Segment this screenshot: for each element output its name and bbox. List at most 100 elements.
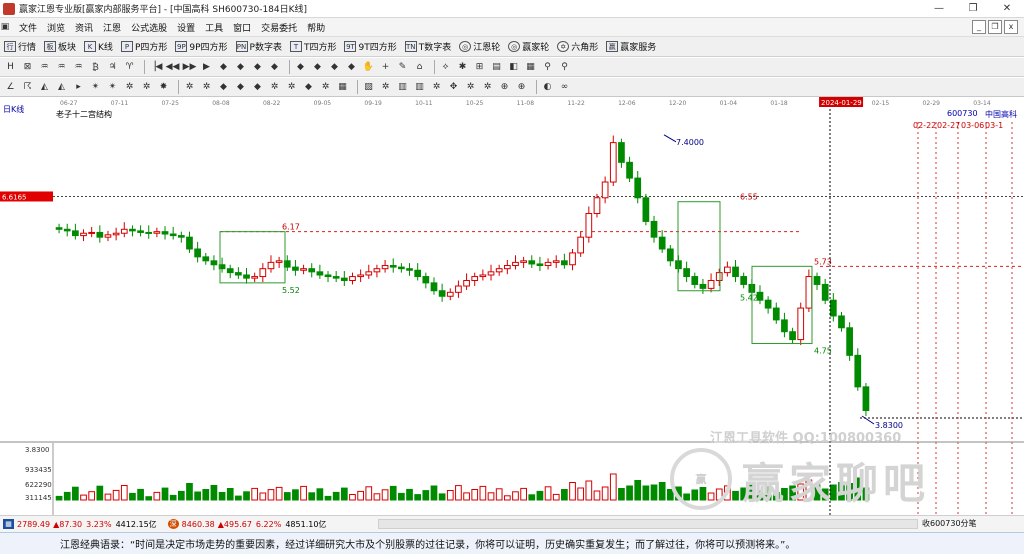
p-square-button[interactable]: P P四方形: [120, 40, 167, 53]
draw-tool-22-icon[interactable]: +: [379, 61, 392, 74]
draw-tool-13-icon[interactable]: ◆: [217, 61, 230, 74]
gann-tool-1-icon[interactable]: ∠: [4, 81, 17, 94]
gann-tool-8-icon[interactable]: ✲: [123, 81, 136, 94]
minimize-button[interactable]: —: [922, 0, 956, 17]
draw-tool-31-icon[interactable]: ⚲: [541, 61, 554, 74]
volume-bar: [210, 485, 218, 501]
restore-button[interactable]: ❐: [956, 0, 990, 17]
draw-tool-25-icon[interactable]: ⟡: [439, 61, 452, 74]
menu-file[interactable]: 文件: [14, 21, 42, 34]
draw-tool-20-icon[interactable]: ◆: [345, 61, 358, 74]
draw-tool-26-icon[interactable]: ✱: [456, 61, 469, 74]
gann-tool-6-icon[interactable]: ✴: [89, 81, 102, 94]
gann-tool-5-icon[interactable]: ▸: [72, 81, 85, 94]
gann-tool-28-icon[interactable]: ✲: [481, 81, 494, 94]
draw-tool-28-icon[interactable]: ▤: [490, 61, 503, 74]
draw-tool-27-icon[interactable]: ⊞: [473, 61, 486, 74]
draw-tool-1-icon[interactable]: H: [4, 61, 17, 74]
draw-tool-3-icon[interactable]: ♒: [38, 61, 51, 74]
mdi-restore-button[interactable]: ❐: [988, 20, 1002, 34]
gann-tool-17-icon[interactable]: ✲: [285, 81, 298, 94]
status-scrollbar[interactable]: [378, 519, 918, 529]
draw-tool-23-icon[interactable]: ✎: [396, 61, 409, 74]
draw-tool-9-icon[interactable]: ▕◀: [149, 61, 163, 74]
draw-tool-32-icon[interactable]: ⚲: [558, 61, 571, 74]
gann-tool-10-icon[interactable]: ✸: [157, 81, 170, 94]
mdi-minimize-button[interactable]: _: [972, 20, 986, 34]
gann-wheel-button[interactable]: ◎ 江恩轮: [459, 40, 500, 53]
9p-square-button[interactable]: 9P 9P四方形: [175, 40, 228, 53]
menu-news[interactable]: 资讯: [70, 21, 98, 34]
gann-tool-15-icon[interactable]: ◆: [251, 81, 264, 94]
gann-tool-20-icon[interactable]: ▦: [336, 81, 349, 94]
draw-tool-10-icon[interactable]: ◀◀: [166, 61, 180, 74]
kline-button[interactable]: K K线: [84, 40, 113, 53]
mdi-close-button[interactable]: x: [1004, 20, 1018, 34]
kline-chart[interactable]: 06-27 07-11 07-25 08-08 08-22 09-05 09-19 10-11…: [0, 97, 1024, 515]
gann-tool-16-icon[interactable]: ✲: [268, 81, 281, 94]
gann-tool-31-icon[interactable]: ◐: [541, 81, 554, 94]
gann-tool-12-icon[interactable]: ✲: [200, 81, 213, 94]
winner-service-button[interactable]: 赢赢家服务: [606, 40, 656, 53]
close-button[interactable]: ✕: [990, 0, 1024, 17]
t-square-button[interactable]: T T四方形: [289, 40, 336, 53]
draw-tool-6-icon[interactable]: ₿: [89, 61, 102, 74]
tick-data-label[interactable]: 收600730分笔: [922, 518, 977, 529]
draw-tool-4-icon[interactable]: ♒: [55, 61, 68, 74]
gann-tool-26-icon[interactable]: ✥: [447, 81, 460, 94]
gann-tool-21-icon[interactable]: ▨: [362, 81, 375, 94]
draw-tool-12-icon[interactable]: ▶: [200, 61, 213, 74]
draw-tool-30-icon[interactable]: ▦: [524, 61, 537, 74]
gann-tool-2-icon[interactable]: ☈: [21, 81, 34, 94]
draw-tool-21-icon[interactable]: ✋: [362, 61, 375, 74]
draw-tool-7-icon[interactable]: ♃: [106, 61, 119, 74]
draw-tool-17-icon[interactable]: ◆: [294, 61, 307, 74]
draw-tool-24-icon[interactable]: ⌂: [413, 61, 426, 74]
draw-tool-5-icon[interactable]: ♒: [72, 61, 85, 74]
gann-tool-18-icon[interactable]: ◆: [302, 81, 315, 94]
t-number-table-button[interactable]: TN T数字表: [404, 40, 451, 53]
menu-help[interactable]: 帮助: [302, 21, 330, 34]
draw-tool-8-icon[interactable]: ♈: [123, 61, 136, 74]
gann-tool-24-icon[interactable]: ▥: [413, 81, 426, 94]
menu-gann[interactable]: 江恩: [98, 21, 126, 34]
winner-wheel-button[interactable]: ◎ 赢家轮: [508, 40, 549, 53]
gann-tool-4-icon[interactable]: ◭: [55, 81, 68, 94]
gann-tool-27-icon[interactable]: ✲: [464, 81, 477, 94]
gann-tool-7-icon[interactable]: ✴: [106, 81, 119, 94]
menu-browse[interactable]: 浏览: [42, 21, 70, 34]
draw-tool-15-icon[interactable]: ◆: [251, 61, 264, 74]
gann-tool-13-icon[interactable]: ◆: [217, 81, 230, 94]
gann-tool-19-icon[interactable]: ✲: [319, 81, 332, 94]
gann-tool-14-icon[interactable]: ◆: [234, 81, 247, 94]
gann-tool-25-icon[interactable]: ✲: [430, 81, 443, 94]
draw-tool-11-icon[interactable]: ▶▶: [183, 61, 197, 74]
sector-button[interactable]: 板板块: [44, 40, 76, 53]
gann-tool-30-icon[interactable]: ⊕: [515, 81, 528, 94]
menu-window[interactable]: 窗口: [228, 21, 256, 34]
draw-tool-14-icon[interactable]: ◆: [234, 61, 247, 74]
chart-panel[interactable]: 06-27 07-11 07-25 08-08 08-22 09-05 09-19 10-11…: [0, 97, 1024, 515]
menu-tools[interactable]: 工具: [200, 21, 228, 34]
gann-tool-3-icon[interactable]: ◭: [38, 81, 51, 94]
draw-tool-2-icon[interactable]: ⊠: [21, 61, 34, 74]
quotes-button[interactable]: 行行情: [4, 40, 36, 53]
p-number-table-button[interactable]: PN P数字表: [235, 40, 282, 53]
draw-tool-29-icon[interactable]: ◧: [507, 61, 520, 74]
9p-square-label: 9P四方形: [189, 43, 228, 53]
gann-tool-32-icon[interactable]: ∞: [558, 81, 571, 94]
menu-trade[interactable]: 交易委托: [256, 21, 302, 34]
gann-tool-11-icon[interactable]: ✲: [183, 81, 196, 94]
gann-tool-9-icon[interactable]: ✲: [140, 81, 153, 94]
gann-tool-29-icon[interactable]: ⊕: [498, 81, 511, 94]
9t-square-button[interactable]: 9T 9T四方形: [344, 40, 397, 53]
draw-tool-16-icon[interactable]: ◆: [268, 61, 281, 74]
date-tick-label: 10-11: [415, 100, 433, 107]
draw-tool-19-icon[interactable]: ◆: [328, 61, 341, 74]
gann-tool-22-icon[interactable]: ✲: [379, 81, 392, 94]
draw-tool-18-icon[interactable]: ◆: [311, 61, 324, 74]
gann-tool-23-icon[interactable]: ▥: [396, 81, 409, 94]
menu-formula-select[interactable]: 公式选股: [126, 21, 172, 34]
hexagon-button[interactable]: ✡ 六角形: [557, 40, 598, 53]
menu-settings[interactable]: 设置: [172, 21, 200, 34]
